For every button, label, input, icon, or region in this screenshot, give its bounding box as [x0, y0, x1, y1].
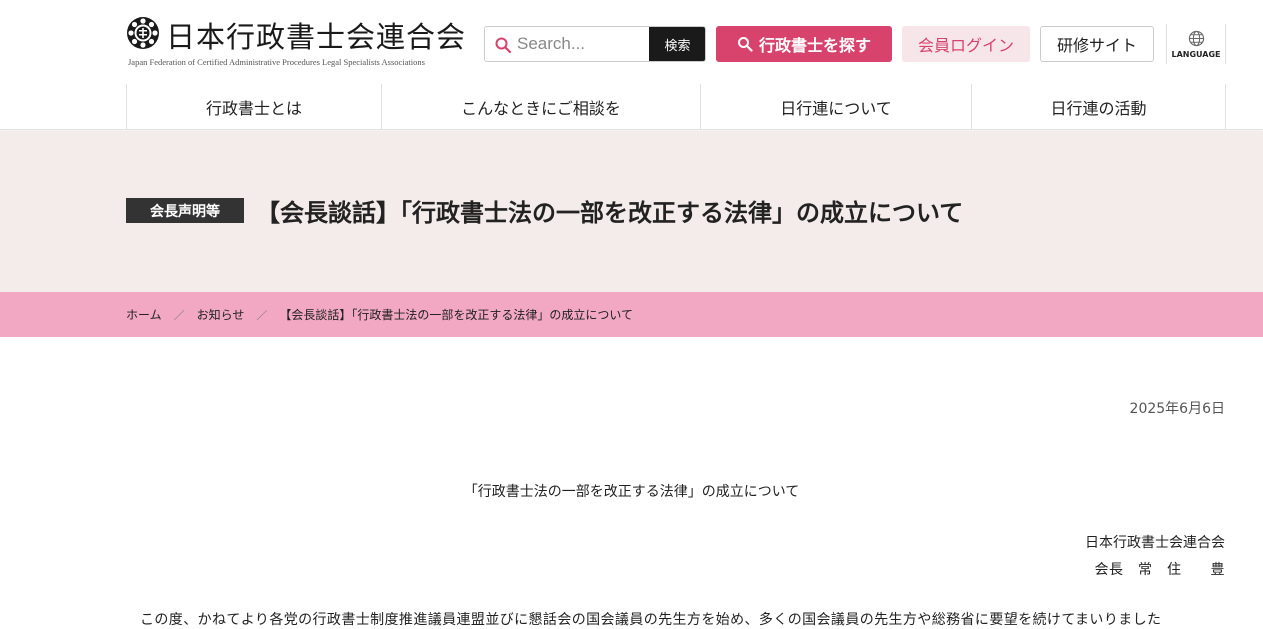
site-logo[interactable]: 日本行政書士会連合会 Japan Federation of Certified… [126, 14, 465, 70]
find-specialist-button[interactable]: 行政書士を探す [716, 26, 892, 62]
breadcrumb: ホーム ／ お知らせ ／ 【会長談話】「行政書士法の一部を改正する法律」の成立に… [0, 292, 1263, 337]
search-input[interactable] [517, 27, 647, 61]
site-header: 日本行政書士会連合会 Japan Federation of Certified… [0, 0, 1263, 84]
nav-item-about-federation[interactable]: 日行連について [700, 84, 971, 130]
training-site-button[interactable]: 研修サイト [1040, 26, 1154, 62]
publish-date: 2025年6月6日 [1129, 401, 1225, 417]
page-title: 【会長談話】「行政書士法の一部を改正する法律」の成立について [256, 199, 964, 227]
breadcrumb-home[interactable]: ホーム [126, 306, 162, 323]
globe-icon [1188, 30, 1204, 47]
main-nav: 行政書士とは こんなときにご相談を 日行連について 日行連の活動 [0, 84, 1263, 130]
statement-signature: 会長 常 住 豊 [1094, 562, 1225, 578]
search-icon [495, 37, 512, 54]
emblem-icon [127, 17, 159, 49]
statement-title: 「行政書士法の一部を改正する法律」の成立について [463, 484, 800, 500]
statement-organization: 日本行政書士会連合会 [1085, 535, 1225, 551]
breadcrumb-separator: ／ [256, 308, 268, 322]
page-hero: 会長声明等 【会長談話】「行政書士法の一部を改正する法律」の成立について [0, 131, 1263, 292]
nav-item-about-gyoseishoshi[interactable]: 行政書士とは [126, 84, 381, 130]
search-button[interactable]: 検索 [649, 27, 705, 61]
search-icon [737, 37, 753, 52]
breadcrumb-current: 【会長談話】「行政書士法の一部を改正する法律」の成立について [279, 308, 634, 322]
member-login-button[interactable]: 会員ログイン [902, 26, 1030, 62]
breadcrumb-separator: ／ [173, 308, 185, 322]
language-switcher[interactable]: LANGUAGE [1166, 24, 1226, 64]
nav-item-consult[interactable]: こんなときにご相談を [381, 84, 700, 130]
breadcrumb-news[interactable]: お知らせ [197, 306, 245, 323]
statement-body: この度、かねてより各党の行政書士制度推進議員連盟並びに懇話会の国会議員の先生方を… [140, 612, 1162, 628]
category-badge: 会長声明等 [126, 198, 244, 223]
nav-item-activities[interactable]: 日行連の活動 [971, 84, 1226, 130]
logo-title: 日本行政書士会連合会 [166, 20, 467, 54]
logo-subtitle: Japan Federation of Certified Administra… [128, 57, 425, 67]
find-specialist-label: 行政書士を探す [758, 36, 871, 55]
language-label: LANGUAGE [1171, 50, 1221, 59]
search-box: 検索 [484, 26, 706, 62]
